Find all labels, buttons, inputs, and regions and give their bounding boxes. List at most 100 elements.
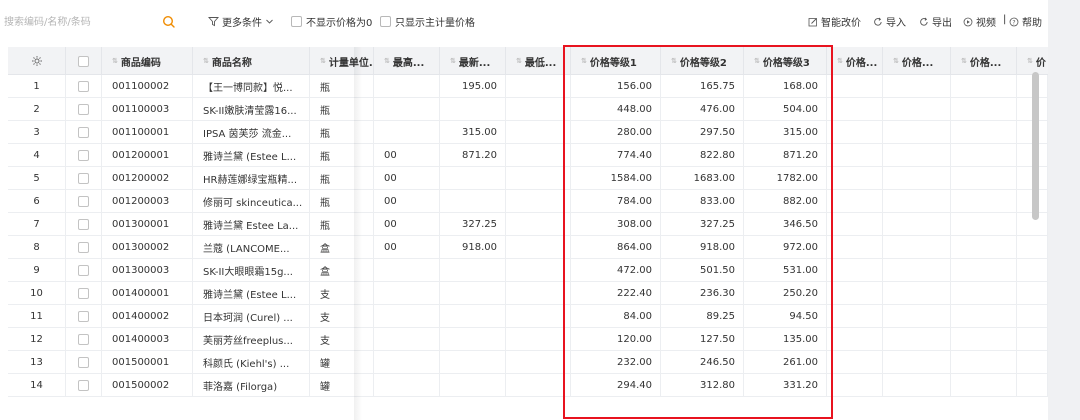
cell-highest: 00: [374, 213, 440, 236]
table-row[interactable]: 4 001200001 雅诗兰黛 (Estee L... 瓶 00 871.20 774.4…: [8, 144, 1048, 167]
vertical-scrollbar-thumb[interactable]: [1032, 72, 1039, 220]
smart-price-button[interactable]: 智能改价: [808, 14, 861, 29]
header-price-level-6[interactable]: ⇅ 价格...: [951, 47, 1017, 75]
checkbox-box[interactable]: [380, 16, 391, 27]
cell-highest: [374, 75, 440, 98]
header-latest[interactable]: ⇅ 最新...: [440, 47, 506, 75]
table-row[interactable]: 8 001300002 兰蔻 (LANCOME... 盒 00 918.00 864.00 9…: [8, 236, 1048, 259]
row-checkbox[interactable]: [66, 75, 102, 98]
checkbox-box[interactable]: [78, 196, 89, 207]
table-row[interactable]: 9 001300003 SK-II大眼眼霜15g... 盒 472.00 501.50 53…: [8, 259, 1048, 282]
row-checkbox[interactable]: [66, 374, 102, 397]
checkbox-box[interactable]: [78, 104, 89, 115]
cell-price-level-5: [883, 144, 951, 167]
cell-price-level-5: [883, 351, 951, 374]
header-price-level-4[interactable]: ⇅ 价格...: [827, 47, 883, 75]
help-button[interactable]: ? 帮助: [1009, 14, 1042, 29]
row-checkbox[interactable]: [66, 282, 102, 305]
search-icon[interactable]: [160, 12, 178, 32]
chevron-down-icon: [266, 19, 273, 24]
checkbox-box[interactable]: [78, 311, 89, 322]
checkbox-box[interactable]: [291, 16, 302, 27]
checkbox-box[interactable]: [78, 288, 89, 299]
cell-unit: 支: [310, 305, 374, 328]
cell-unit: 罐: [310, 374, 374, 397]
cell-latest: 195.00: [440, 75, 506, 98]
row-checkbox[interactable]: [66, 190, 102, 213]
row-checkbox[interactable]: [66, 98, 102, 121]
cell-code: 001300003: [102, 259, 193, 282]
gear-icon: [31, 56, 42, 66]
row-checkbox[interactable]: [66, 144, 102, 167]
checkbox-box[interactable]: [78, 150, 89, 161]
checkbox-box[interactable]: [78, 55, 89, 67]
cell-code: 001200003: [102, 190, 193, 213]
header-label: 价格...: [845, 57, 878, 69]
row-checkbox[interactable]: [66, 305, 102, 328]
cell-price-level-4: [827, 374, 883, 397]
checkbox-box[interactable]: [78, 81, 89, 92]
header-highest[interactable]: ⇅ 最高...: [374, 47, 440, 75]
main-unit-only-checkbox[interactable]: 只显示主计量价格: [380, 14, 475, 29]
checkbox-box[interactable]: [78, 242, 89, 253]
video-button[interactable]: 视频: [963, 14, 996, 29]
table-row[interactable]: 1 001100002 【王一博同款】悦... 瓶 195.00 156.00 165.75…: [8, 75, 1048, 98]
checkbox-box[interactable]: [78, 127, 89, 138]
header-price-level-5[interactable]: ⇅ 价格...: [883, 47, 951, 75]
separator: |: [1003, 14, 1007, 25]
smart-price-label: 智能改价: [821, 18, 861, 29]
cell-unit: 瓶: [310, 75, 374, 98]
checkbox-box[interactable]: [78, 334, 89, 345]
header-name[interactable]: ⇅ 商品名称: [193, 47, 310, 75]
checkbox-box[interactable]: [78, 219, 89, 230]
row-checkbox[interactable]: [66, 236, 102, 259]
checkbox-box[interactable]: [78, 380, 89, 391]
import-button[interactable]: 导入: [873, 14, 906, 29]
checkbox-box[interactable]: [78, 357, 89, 368]
header-code[interactable]: ⇅ 商品编码: [102, 47, 193, 75]
header-label: 最高...: [392, 57, 425, 69]
checkbox-box[interactable]: [78, 265, 89, 276]
header-price-level-3[interactable]: ⇅ 价格等级3: [744, 47, 827, 75]
header-unit[interactable]: ⇅计量单位...: [310, 47, 374, 75]
table-row[interactable]: 2 001100003 SK-II嫩肤清莹露16... 瓶 448.00 476.00 50…: [8, 98, 1048, 121]
table-row[interactable]: 13 001500001 科颜氏 (Kiehl's) ... 罐 232.00 246.5…: [8, 351, 1048, 374]
export-label: 导出: [932, 18, 952, 29]
more-conditions-button[interactable]: 更多条件: [208, 14, 274, 29]
search-input[interactable]: [0, 12, 178, 32]
cell-latest: 871.20: [440, 144, 506, 167]
row-checkbox[interactable]: [66, 351, 102, 374]
table-row[interactable]: 14 001500002 菲洛嘉 (Filorga) 罐 294.40 312.80 331…: [8, 374, 1048, 397]
cell-price-level-5: [883, 121, 951, 144]
header-label: 价格等级1: [589, 57, 637, 69]
header-label: 价格...: [901, 57, 934, 69]
main-unit-only-label: 只显示主计量价格: [395, 18, 475, 29]
table-row[interactable]: 3 001100001 IPSA 茵芙莎 流金... 瓶 315.00 280.00 297…: [8, 121, 1048, 144]
header-price-level-1[interactable]: ⇅ 价格等级1: [571, 47, 661, 75]
row-checkbox[interactable]: [66, 167, 102, 190]
row-checkbox[interactable]: [66, 213, 102, 236]
row-number: 13: [8, 351, 66, 374]
table-row[interactable]: 10 001400001 雅诗兰黛 (Estee L... 支 222.40 236.30…: [8, 282, 1048, 305]
row-checkbox[interactable]: [66, 121, 102, 144]
cell-lowest: [506, 259, 571, 282]
cell-price-level-4: [827, 351, 883, 374]
header-lowest[interactable]: ⇅ 最低...: [506, 47, 571, 75]
export-button[interactable]: 导出: [919, 14, 952, 29]
header-price-level-2[interactable]: ⇅ 价格等级2: [661, 47, 744, 75]
row-checkbox[interactable]: [66, 259, 102, 282]
row-number: 12: [8, 328, 66, 351]
row-number: 2: [8, 98, 66, 121]
table-row[interactable]: 5 001200002 HR赫莲娜绿宝瓶精... 瓶 00 1584.00 1683.00 1…: [8, 167, 1048, 190]
column-settings-button[interactable]: [8, 47, 66, 75]
table-row[interactable]: 12 001400003 芙丽芳丝freeplus... 支 120.00 127.50 1…: [8, 328, 1048, 351]
row-checkbox[interactable]: [66, 328, 102, 351]
table-row[interactable]: 7 001300001 雅诗兰黛 Estee La... 瓶 00 327.25 308.0…: [8, 213, 1048, 236]
table-row[interactable]: 6 001200003 修丽可 skinceutica... 瓶 00 784.00 833…: [8, 190, 1048, 213]
checkbox-box[interactable]: [78, 173, 89, 184]
sort-icon: ⇅: [581, 57, 587, 65]
select-all-checkbox[interactable]: [66, 47, 102, 75]
hide-zero-price-checkbox[interactable]: 不显示价格为0: [291, 14, 372, 29]
table-row[interactable]: 11 001400002 日本珂润 (Curel) ... 支 84.00 89.25 94…: [8, 305, 1048, 328]
cell-unit: 罐: [310, 351, 374, 374]
